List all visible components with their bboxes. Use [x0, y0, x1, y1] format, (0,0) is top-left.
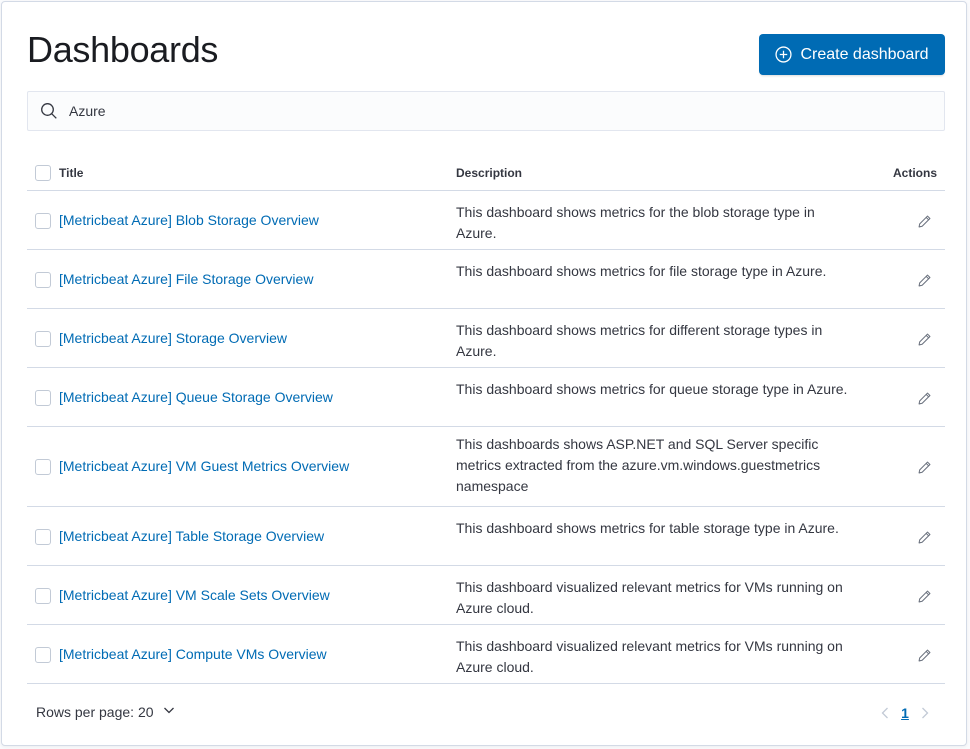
pencil-icon[interactable]	[915, 528, 933, 546]
chevron-left-icon[interactable]	[874, 702, 896, 724]
create-dashboard-button[interactable]: Create dashboard	[759, 34, 945, 75]
pencil-icon[interactable]	[915, 389, 933, 407]
dashboard-title-link[interactable]: [Metricbeat Azure] Queue Storage Overvie…	[59, 389, 333, 405]
pencil-icon[interactable]	[915, 271, 933, 289]
dashboard-description: This dashboard shows metrics for table s…	[456, 520, 839, 536]
table-row: [Metricbeat Azure] Blob Storage Overview…	[27, 191, 945, 250]
search-icon	[40, 102, 58, 120]
dashboard-title-link[interactable]: [Metricbeat Azure] Compute VMs Overview	[59, 646, 327, 662]
dashboard-title-link[interactable]: [Metricbeat Azure] File Storage Overview	[59, 271, 313, 287]
dashboards-table: Title Description Actions [Metricbeat Az…	[27, 154, 945, 684]
row-checkbox[interactable]	[35, 213, 51, 229]
table-row: [Metricbeat Azure] VM Scale Sets Overvie…	[27, 566, 945, 625]
row-checkbox[interactable]	[35, 272, 51, 288]
table-row: [Metricbeat Azure] Queue Storage Overvie…	[27, 368, 945, 427]
pencil-icon[interactable]	[915, 212, 933, 230]
column-header-actions: Actions	[893, 166, 938, 180]
select-all-checkbox[interactable]	[35, 165, 51, 181]
pencil-icon[interactable]	[915, 587, 933, 605]
row-checkbox[interactable]	[35, 647, 51, 663]
chevron-right-icon[interactable]	[914, 702, 936, 724]
column-header-title[interactable]: Title	[59, 166, 83, 180]
dashboard-title-link[interactable]: [Metricbeat Azure] Table Storage Overvie…	[59, 528, 324, 544]
row-checkbox[interactable]	[35, 588, 51, 604]
dashboard-title-link[interactable]: [Metricbeat Azure] VM Guest Metrics Over…	[59, 458, 349, 474]
table-row: [Metricbeat Azure] Storage Overview This …	[27, 309, 945, 368]
dashboard-title-link[interactable]: [Metricbeat Azure] VM Scale Sets Overvie…	[59, 587, 330, 603]
page-number-current[interactable]: 1	[896, 705, 914, 721]
search-input[interactable]	[67, 93, 907, 129]
rows-per-page-label: Rows per page: 20	[36, 703, 154, 720]
row-checkbox[interactable]	[35, 529, 51, 545]
table-row: [Metricbeat Azure] Table Storage Overvie…	[27, 507, 945, 566]
dashboard-description: This dashboards shows ASP.NET and SQL Se…	[456, 436, 821, 494]
plus-in-circle-icon	[775, 46, 793, 63]
pencil-icon[interactable]	[915, 330, 933, 348]
create-dashboard-label: Create dashboard	[800, 45, 929, 63]
dashboard-description: This dashboard shows metrics for file st…	[456, 263, 827, 279]
table-header: Title Description Actions	[27, 154, 945, 191]
search-bar	[27, 91, 945, 131]
rows-per-page-selector[interactable]: Rows per page: 20	[36, 703, 176, 720]
table-body: [Metricbeat Azure] Blob Storage Overview…	[27, 191, 945, 684]
row-checkbox[interactable]	[35, 459, 51, 475]
dashboard-title-link[interactable]: [Metricbeat Azure] Storage Overview	[59, 330, 287, 346]
page-title: Dashboards	[27, 29, 219, 70]
dashboard-description: This dashboard visualized relevant metri…	[456, 579, 843, 616]
row-checkbox[interactable]	[35, 390, 51, 406]
table-row: [Metricbeat Azure] Compute VMs Overview T…	[27, 625, 945, 684]
dashboard-description: This dashboard shows metrics for queue s…	[456, 381, 848, 397]
dashboard-description: This dashboard shows metrics for the blo…	[456, 204, 815, 241]
dashboard-description: This dashboard shows metrics for differe…	[456, 322, 823, 359]
table-row: [Metricbeat Azure] VM Guest Metrics Over…	[27, 427, 945, 507]
dashboard-description: This dashboard visualized relevant metri…	[456, 638, 843, 675]
chevron-down-icon	[162, 703, 176, 720]
dashboards-panel: Dashboards Create dashboard Title Descri…	[1, 1, 967, 746]
pagination: 1	[874, 702, 936, 724]
dashboard-title-link[interactable]: [Metricbeat Azure] Blob Storage Overview	[59, 212, 319, 228]
pencil-icon[interactable]	[915, 646, 933, 664]
row-checkbox[interactable]	[35, 331, 51, 347]
column-header-description: Description	[456, 166, 523, 180]
table-row: [Metricbeat Azure] File Storage Overview…	[27, 250, 945, 309]
pencil-icon[interactable]	[915, 458, 933, 476]
